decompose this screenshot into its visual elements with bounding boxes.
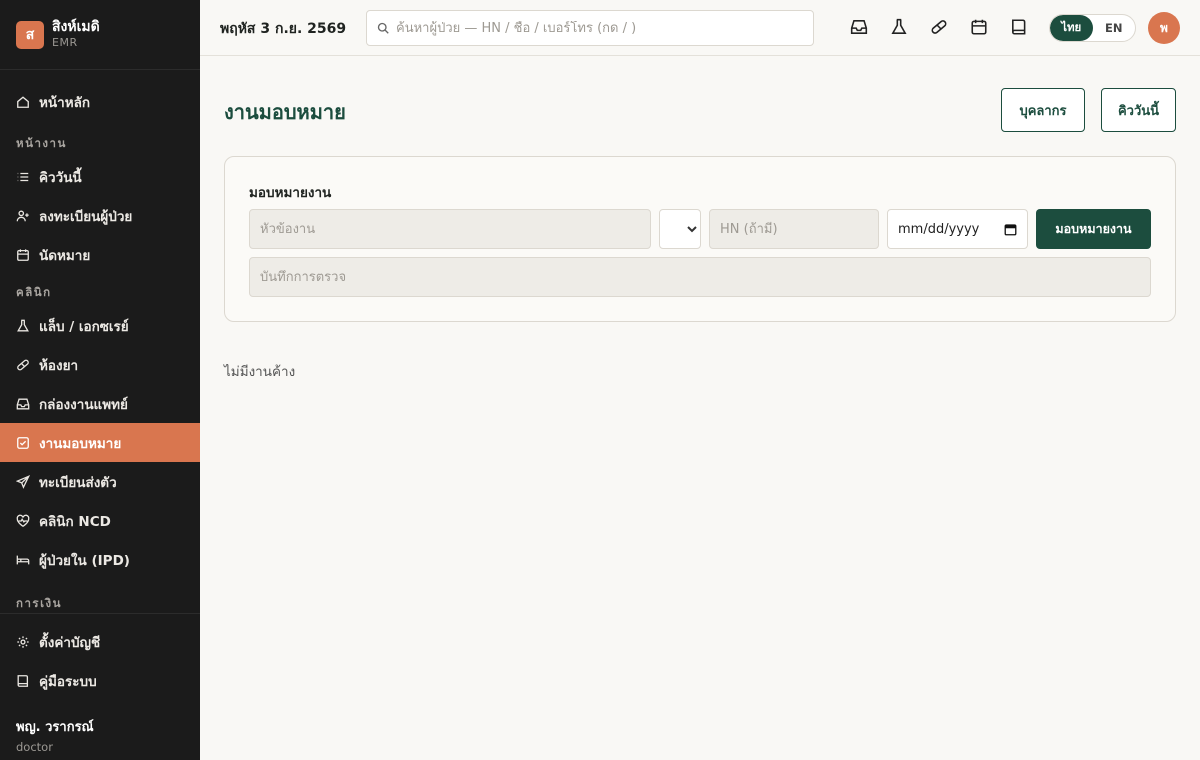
sidebar-item-label: งานมอบหมาย [39, 435, 122, 452]
calendar-icon[interactable] [970, 18, 988, 36]
sidebar-item-label: ห้องยา [39, 357, 79, 374]
pill-icon[interactable] [930, 18, 948, 36]
sidebar-item-home[interactable]: หน้าหลัก [0, 82, 200, 121]
sidebar: ส สิงห์เมดิ EMR หน้าหลัก หน้างาน คิววันน… [0, 0, 200, 760]
sidebar-item-label: นัดหมาย [39, 247, 91, 264]
hn-input[interactable] [709, 209, 879, 249]
sidebar-item-settings[interactable]: ตั้งค่าบัญชี [0, 622, 200, 661]
sidebar-item-lab[interactable]: แล็บ / เอกซเรย์ [0, 306, 200, 345]
gear-icon [17, 635, 29, 648]
sidebar-nav: หน้าหลัก หน้างาน คิววันนี้ ลงทะเบียนผู้ป… [0, 70, 200, 613]
task-title-input[interactable] [249, 209, 651, 249]
sidebar-item-inbox[interactable]: กล่องงานแพทย์ [0, 384, 200, 423]
current-date: พฤหัส 3 ก.ย. 2569 [220, 21, 347, 37]
check-square-icon [17, 436, 29, 449]
assignee-select[interactable] [659, 209, 701, 249]
language-toggle: ไทย EN [1049, 14, 1136, 42]
sidebar-footer: ตั้งค่าบัญชี คู่มือระบบ พญ. วรากรณ์ doct… [0, 613, 200, 760]
flask-icon [17, 319, 29, 331]
due-date-value: mm/dd/yyyy [898, 221, 980, 237]
sidebar-item-ncd[interactable]: คลินิก NCD [0, 501, 200, 540]
sidebar-item-appointments[interactable]: นัดหมาย [0, 235, 200, 274]
sidebar-item-label: คู่มือระบบ [39, 673, 97, 690]
brand-logo: ส [16, 20, 44, 49]
brand-name: สิงห์เมดิ [52, 19, 100, 35]
brand-sub: EMR [52, 36, 78, 49]
assign-task-button[interactable]: มอบหมายงาน [1036, 209, 1151, 249]
empty-state: ไม่มีงานค้าง [224, 364, 296, 380]
book-icon[interactable] [1010, 18, 1028, 36]
sidebar-item-tasks[interactable]: งานมอบหมาย [0, 423, 200, 462]
nav-section-work: หน้างาน [16, 136, 67, 150]
brand[interactable]: ส สิงห์เมดิ EMR [0, 0, 200, 70]
sidebar-item-ipd[interactable]: ผู้ป่วยใน (IPD) [0, 540, 200, 579]
search-icon [377, 22, 389, 34]
bed-icon [16, 555, 30, 564]
nav-section-clinic: คลินิก [16, 285, 52, 299]
flask-icon[interactable] [890, 18, 908, 36]
sidebar-item-label: ทะเบียนส่งตัว [39, 474, 117, 491]
sidebar-item-queue[interactable]: คิววันนี้ [0, 157, 200, 196]
staff-button[interactable]: บุคลากร [1001, 88, 1085, 132]
list-icon [17, 172, 29, 181]
sidebar-item-label: หน้าหลัก [39, 94, 91, 111]
search-input[interactable] [396, 20, 796, 36]
assign-task-card: มอบหมายงาน mm/dd/yyyy มอบหมายงาน [224, 156, 1176, 322]
card-title: มอบหมายงาน [249, 185, 332, 201]
sidebar-item-referral[interactable]: ทะเบียนส่งตัว [0, 462, 200, 501]
page-title: งานมอบหมาย [224, 100, 346, 124]
search-box[interactable] [366, 10, 814, 46]
top-bar: พฤหัส 3 ก.ย. 2569 ไทย EN พ [200, 0, 1200, 56]
sidebar-item-label: คลินิก NCD [39, 513, 111, 530]
due-date-input[interactable]: mm/dd/yyyy [887, 209, 1028, 249]
queue-today-button[interactable]: คิววันนี้ [1101, 88, 1176, 132]
home-icon [17, 95, 29, 108]
heart-pulse-icon [16, 514, 30, 527]
user-name: พญ. วรากรณ์ [16, 720, 94, 735]
user-plus-icon [16, 210, 29, 221]
sidebar-item-label: ผู้ป่วยใน (IPD) [39, 552, 130, 569]
calendar-icon[interactable] [1004, 223, 1017, 236]
lang-th-button[interactable]: ไทย [1050, 15, 1093, 41]
avatar[interactable]: พ [1148, 12, 1180, 44]
sidebar-item-register[interactable]: ลงทะเบียนผู้ป่วย [0, 196, 200, 235]
nav-section-finance: การเงิน [16, 596, 63, 610]
sidebar-item-pharmacy[interactable]: ห้องยา [0, 345, 200, 384]
sidebar-item-label: ลงทะเบียนผู้ป่วย [39, 208, 133, 225]
user-role: doctor [16, 740, 53, 754]
sidebar-item-label: ตั้งค่าบัญชี [39, 634, 101, 651]
inbox-icon [16, 398, 30, 409]
sidebar-item-label: แล็บ / เอกซเรย์ [39, 318, 129, 335]
lang-en-button[interactable]: EN [1093, 15, 1136, 41]
pill-icon [17, 359, 29, 370]
note-input[interactable] [249, 257, 1151, 297]
sidebar-item-manual[interactable]: คู่มือระบบ [0, 661, 200, 700]
sidebar-item-label: กล่องงานแพทย์ [39, 396, 128, 413]
inbox-icon[interactable] [850, 18, 868, 36]
send-icon [16, 474, 30, 489]
book-icon [17, 674, 29, 687]
sidebar-item-label: คิววันนี้ [39, 169, 82, 186]
calendar-icon [17, 248, 29, 261]
